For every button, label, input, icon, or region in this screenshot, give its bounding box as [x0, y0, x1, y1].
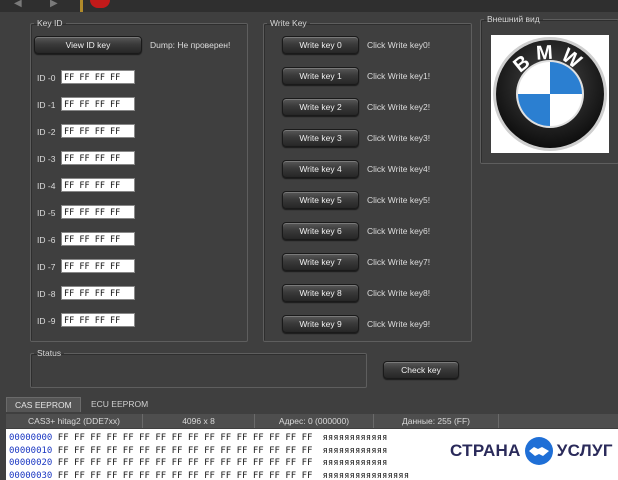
write-key-2-status: Click Write key2!: [367, 102, 431, 112]
id-slot-value[interactable]: FF FF FF FF: [61, 151, 135, 165]
id-slot-value[interactable]: FF FF FF FF: [61, 97, 135, 111]
toolbar: ◀ ▶: [0, 0, 618, 12]
key-id-legend: Key ID: [37, 18, 63, 28]
watermark-text-right: УСЛУГ: [556, 441, 613, 460]
write-key-8-button[interactable]: Write key 8: [282, 284, 359, 302]
write-key-3-button[interactable]: Write key 3: [282, 129, 359, 147]
hex-row-bytes[interactable]: FF FF FF FF FF FF FF FF FF FF FF FF FF F…: [58, 458, 313, 468]
write-key-7-status: Click Write key7!: [367, 257, 431, 267]
data-value-label: Данные: 255 (FF): [374, 414, 499, 428]
hex-row-address: 00000010: [9, 445, 53, 456]
address-label: Адрес: 0 (000000): [255, 414, 374, 428]
appearance-legend: Внешний вид: [487, 14, 540, 24]
id-slot-value[interactable]: FF FF FF FF: [61, 286, 135, 300]
back-arrow-icon[interactable]: ◀: [14, 0, 28, 9]
write-key-4-status: Click Write key4!: [367, 164, 431, 174]
logo-panel: BMW: [491, 35, 609, 153]
id-slot-label: ID -1: [37, 100, 56, 110]
id-slot-value[interactable]: FF FF FF FF: [61, 205, 135, 219]
id-slot-label: ID -3: [37, 154, 56, 164]
hex-info-bar: CAS3+ hitag2 (DDE7xx) 4096 x 8 Адрес: 0 …: [6, 414, 618, 428]
id-slot-label: ID -0: [37, 73, 56, 83]
hex-row-address: 00000020: [9, 458, 53, 468]
chip-type-label: CAS3+ hitag2 (DDE7xx): [6, 414, 143, 428]
dump-status-label: Dump: Не проверен!: [150, 40, 231, 50]
hex-row-ascii: яяяяяяяяяяяя: [322, 458, 388, 468]
toolbar-separator: [80, 0, 83, 12]
id-slot-label: ID -2: [37, 127, 56, 137]
bmw-logo-icon: BMW: [493, 37, 607, 151]
hex-row-ascii: яяяяяяяяяяяяяяяя: [322, 470, 410, 480]
hex-row: 00000030 FF FF FF FF FF FF FF FF FF FF F…: [9, 470, 409, 480]
write-key-9-button[interactable]: Write key 9: [282, 315, 359, 333]
write-key-5-status: Click Write key5!: [367, 195, 431, 205]
id-slot-label: ID -6: [37, 235, 56, 245]
id-slot-value[interactable]: FF FF FF FF: [61, 178, 135, 192]
watermark: СТРАНА УСЛУГ: [450, 434, 613, 468]
write-key-3-status: Click Write key3!: [367, 133, 431, 143]
view-id-key-button[interactable]: View ID key: [34, 36, 142, 54]
write-key-7-button[interactable]: Write key 7: [282, 253, 359, 271]
write-key-legend: Write Key: [270, 18, 307, 28]
write-key-0-button[interactable]: Write key 0: [282, 36, 359, 54]
id-slot-value[interactable]: FF FF FF FF: [61, 313, 135, 327]
write-key-8-status: Click Write key8!: [367, 288, 431, 298]
tab-ecu-eeprom[interactable]: ECU EEPROM: [83, 397, 156, 411]
write-key-6-status: Click Write key6!: [367, 226, 431, 236]
hex-row-ascii: яяяяяяяяяяяя: [322, 445, 388, 456]
write-key-1-button[interactable]: Write key 1: [282, 67, 359, 85]
write-key-0-status: Click Write key0!: [367, 40, 431, 50]
id-slot-label: ID -7: [37, 262, 56, 272]
id-slot-value[interactable]: FF FF FF FF: [61, 70, 135, 84]
id-slot-value[interactable]: FF FF FF FF: [61, 232, 135, 246]
handshake-icon: [524, 437, 553, 465]
write-key-6-button[interactable]: Write key 6: [282, 222, 359, 240]
memory-size-label: 4096 x 8: [143, 414, 255, 428]
hex-row: 00000010 FF FF FF FF FF FF FF FF FF FF F…: [9, 445, 387, 457]
status-legend: Status: [37, 348, 62, 358]
forward-arrow-icon[interactable]: ▶: [50, 0, 64, 9]
tab-cas-eeprom[interactable]: CAS EEPROM: [6, 397, 81, 412]
id-slot-label: ID -5: [37, 208, 56, 218]
watermark-text-left: СТРАНА: [450, 441, 521, 460]
write-key-5-button[interactable]: Write key 5: [282, 191, 359, 209]
hex-row: 00000020 FF FF FF FF FF FF FF FF FF FF F…: [9, 457, 387, 469]
hex-row-bytes[interactable]: FF FF FF FF FF FF FF FF FF FF FF FF FF F…: [58, 446, 313, 456]
id-slot-label: ID -4: [37, 181, 56, 191]
write-key-9-status: Click Write key9!: [367, 319, 431, 329]
hex-row-address: 00000000: [9, 433, 53, 443]
write-key-1-status: Click Write key1!: [367, 71, 431, 81]
hex-row-bytes[interactable]: FF FF FF FF FF FF FF FF FF FF FF FF FF F…: [58, 433, 313, 443]
write-key-2-button[interactable]: Write key 2: [282, 98, 359, 116]
status-group: Status: [30, 348, 367, 388]
write-key-4-button[interactable]: Write key 4: [282, 160, 359, 178]
stop-icon[interactable]: [90, 0, 110, 8]
id-slot-value[interactable]: FF FF FF FF: [61, 124, 135, 138]
hex-row: 00000000 FF FF FF FF FF FF FF FF FF FF F…: [9, 432, 387, 444]
id-slot-value[interactable]: FF FF FF FF: [61, 259, 135, 273]
id-slot-label: ID -9: [37, 316, 56, 326]
hex-row-address: 00000030: [9, 470, 53, 480]
hex-row-ascii: яяяяяяяяяяяя: [322, 433, 388, 443]
id-slot-label: ID -8: [37, 289, 56, 299]
check-key-button[interactable]: Check key: [383, 361, 459, 379]
hex-row-bytes[interactable]: FF FF FF FF FF FF FF FF FF FF FF FF FF F…: [58, 471, 313, 480]
